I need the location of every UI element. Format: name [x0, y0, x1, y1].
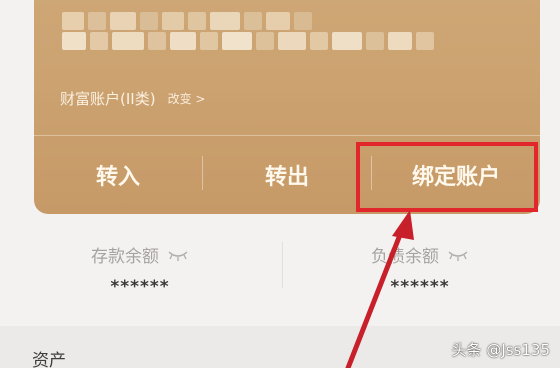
red-arrow-annotation	[345, 210, 414, 368]
watermark: 头条 @Jss135	[451, 341, 550, 359]
